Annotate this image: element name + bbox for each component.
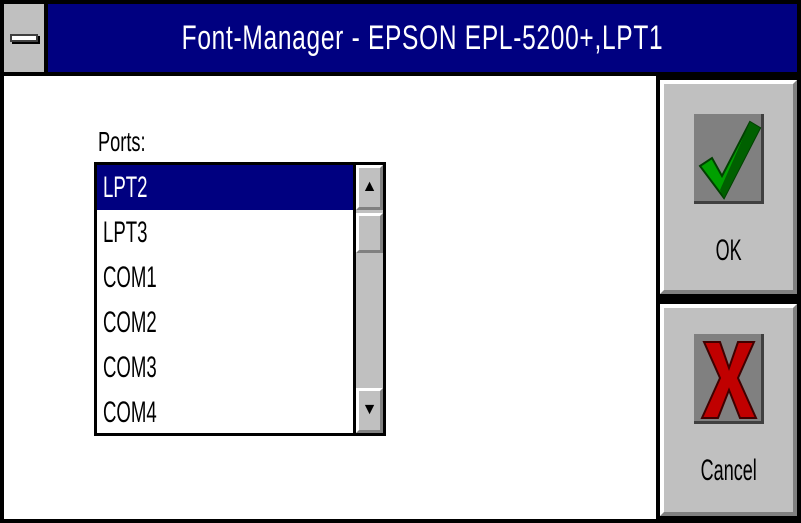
button-panel: OK Cancel [656,76,797,519]
vertical-scrollbar[interactable]: ▲ ▼ [353,165,383,433]
ports-listbox[interactable]: LPT2 LPT3 COM1 COM2 COM3 COM4 ▲ ▼ [94,162,386,436]
scrollbar-track[interactable] [356,253,383,385]
list-item-label: COM3 [103,351,157,384]
cancel-button-label: Cancel [700,454,757,487]
checkmark-icon [694,114,764,204]
scrollbar-thumb[interactable] [356,213,383,253]
list-item[interactable]: COM4 [97,390,353,433]
scroll-down-button[interactable]: ▼ [356,388,383,433]
list-item-label: LPT2 [103,171,148,204]
dialog-client-area: Ports: LPT2 LPT3 COM1 COM2 COM3 COM4 ▲ ▼ [4,76,656,519]
list-item[interactable]: COM1 [97,255,353,300]
list-item-label: COM4 [103,396,157,429]
arrow-down-icon: ▼ [361,401,378,418]
ports-label: Ports: [98,126,146,157]
cancel-button[interactable]: Cancel [660,304,797,516]
scroll-up-button[interactable]: ▲ [356,165,383,210]
window-title: Font-Manager - EPSON EPL-5200+,LPT1 [181,19,664,57]
system-menu-icon [10,34,38,42]
font-manager-window: Font-Manager - EPSON EPL-5200+,LPT1 Port… [0,0,801,523]
arrow-up-icon: ▲ [361,178,378,195]
list-item[interactable]: COM3 [97,345,353,390]
x-icon [694,334,764,424]
title-bar: Font-Manager - EPSON EPL-5200+,LPT1 [4,4,797,76]
ok-button-label: OK [715,234,742,267]
ports-list: LPT2 LPT3 COM1 COM2 COM3 COM4 [97,165,353,433]
list-item-label: LPT3 [103,216,148,249]
list-item-label: COM2 [103,306,157,339]
list-item[interactable]: LPT2 [97,165,353,210]
ok-button[interactable]: OK [660,80,797,294]
system-menu-button[interactable] [4,4,48,72]
list-item-label: COM1 [103,261,157,294]
list-item[interactable]: LPT3 [97,210,353,255]
list-item[interactable]: COM2 [97,300,353,345]
